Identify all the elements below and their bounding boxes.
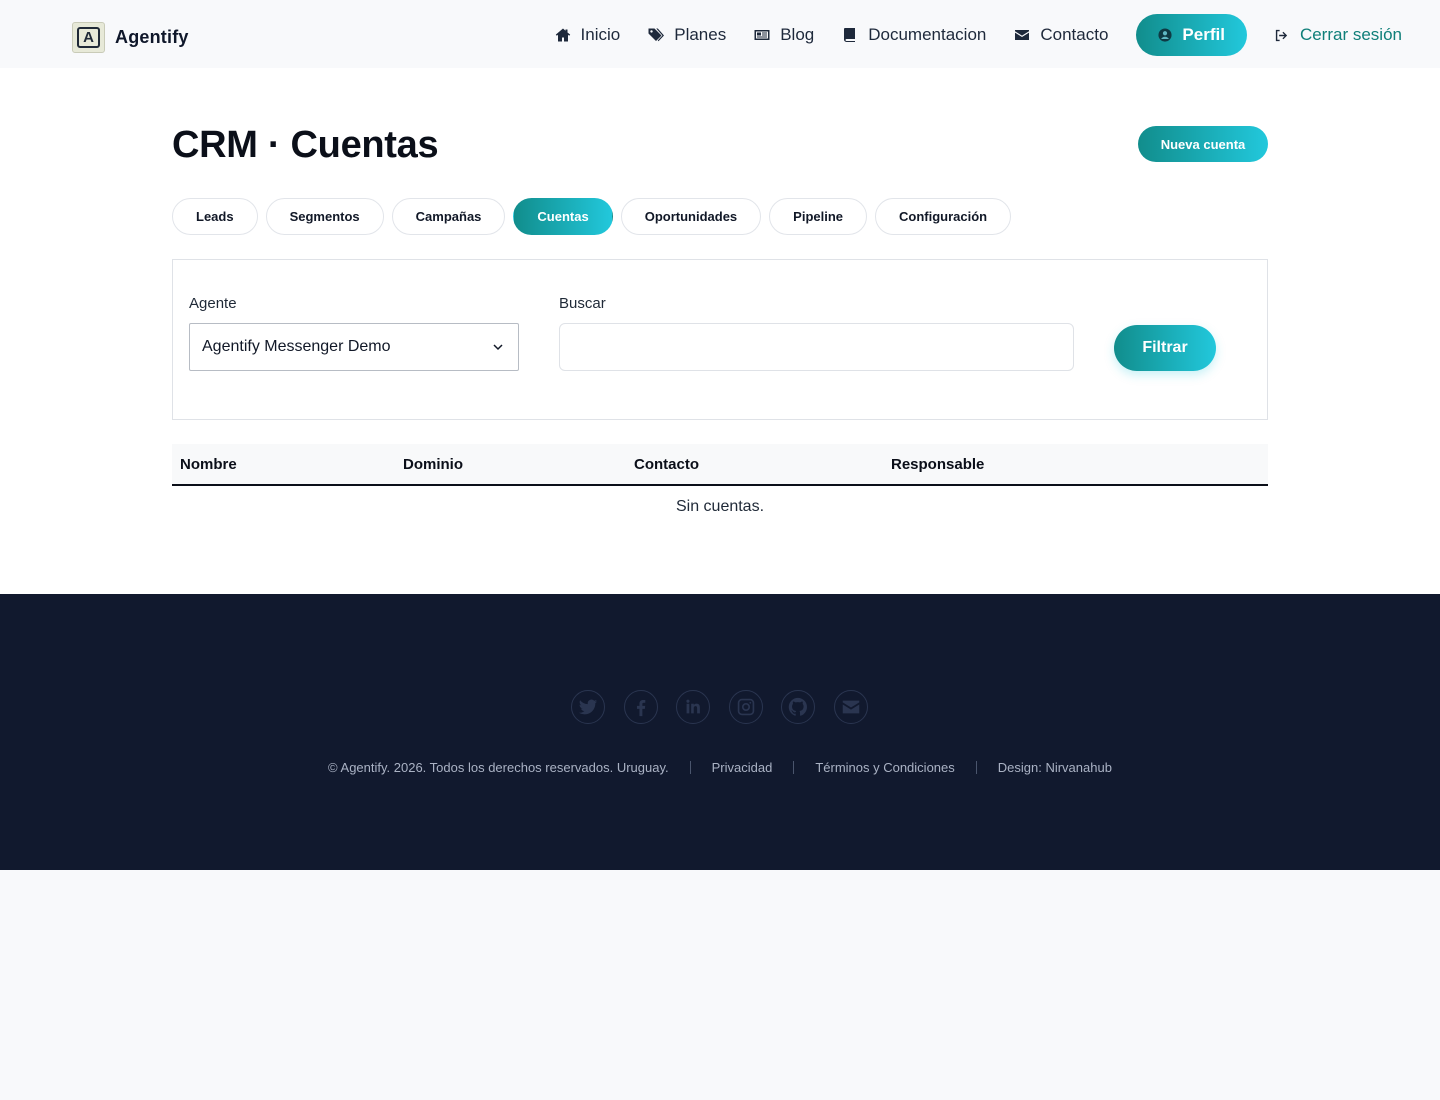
linkedin-icon [686, 699, 701, 714]
nav-item-label: Blog [780, 25, 815, 44]
brand-name: Agentify [115, 27, 189, 47]
chevron-down-icon [493, 344, 503, 351]
brand[interactable]: A Agentify [72, 22, 189, 53]
footer-divider [975, 761, 977, 774]
privacy-link[interactable]: Privacidad [712, 760, 773, 775]
footer-divider [689, 761, 691, 774]
search-label: Buscar [559, 295, 606, 312]
twitter-icon [578, 699, 598, 715]
user-circle-icon [1158, 28, 1172, 42]
site-footer: © Agentify. 2026. Todos los derechos res… [0, 594, 1440, 870]
copyright-text: © Agentify. 2026. Todos los derechos res… [328, 760, 669, 775]
instagram-icon [737, 698, 755, 716]
nav-item-inicio[interactable]: Inicio [555, 25, 621, 45]
brand-logo: A [72, 22, 105, 53]
table-header: Nombre Dominio Contacto Responsable [172, 444, 1268, 486]
nav-item-label: Inicio [580, 25, 621, 44]
logout-label: Cerrar sesión [1299, 25, 1402, 44]
newspaper-icon [754, 30, 770, 40]
tab-configuracion[interactable]: Configuración [875, 198, 1012, 235]
column-header-dominio[interactable]: Dominio [403, 456, 463, 473]
nav-item-documentacion[interactable]: Documentacion [842, 25, 986, 45]
terms-link[interactable]: Términos y Condiciones [815, 760, 954, 775]
column-header-responsable[interactable]: Responsable [891, 456, 984, 473]
agent-select[interactable]: Agentify Messenger Demo [189, 323, 519, 371]
main-nav: Inicio Planes Blog Documentacion Contact… [555, 14, 1402, 56]
new-account-button[interactable]: Nueva cuenta [1138, 126, 1268, 162]
nav-item-contacto[interactable]: Contacto [1014, 25, 1108, 45]
social-links [571, 690, 868, 724]
empty-state-message: Sin cuentas. [675, 498, 765, 515]
tab-cuentas[interactable]: Cuentas [513, 198, 613, 235]
profile-button[interactable]: Perfil [1136, 14, 1247, 56]
tab-oportunidades[interactable]: Oportunidades [620, 198, 762, 235]
search-input[interactable] [559, 323, 1074, 371]
github-link[interactable] [781, 690, 816, 724]
nav-item-planes[interactable]: Planes [648, 25, 726, 45]
tab-leads[interactable]: Leads [172, 198, 258, 235]
facebook-link[interactable] [623, 690, 658, 724]
nav-item-label: Planes [674, 25, 727, 44]
nav-item-blog[interactable]: Blog [754, 25, 814, 45]
twitter-link[interactable] [571, 690, 605, 724]
sign-out-icon [1275, 29, 1288, 41]
agent-label: Agente [189, 295, 237, 312]
page-title: CRM · Cuentas [172, 124, 439, 166]
column-header-nombre[interactable]: Nombre [180, 456, 237, 473]
design-credit-link[interactable]: Design: Nirvanahub [998, 760, 1112, 775]
github-icon [789, 697, 808, 716]
tab-campanas[interactable]: Campañas [391, 198, 506, 235]
tab-pipeline[interactable]: Pipeline [769, 198, 868, 235]
linkedin-link[interactable] [676, 690, 711, 724]
profile-label: Perfil [1182, 25, 1225, 44]
envelope-icon [1015, 30, 1030, 40]
column-header-contacto[interactable]: Contacto [634, 456, 699, 473]
main-content: CRM · Cuentas Nueva cuenta Leads Segment… [0, 68, 1440, 594]
email-link[interactable] [833, 690, 868, 724]
book-icon [844, 28, 856, 42]
footer-links: © Agentify. 2026. Todos los derechos res… [0, 760, 1440, 775]
filter-panel: Agente Agentify Messenger Demo Buscar Fi… [172, 259, 1268, 420]
facebook-icon [636, 699, 645, 717]
nav-item-label: Contacto [1040, 25, 1109, 44]
brand-logo-letter: A [77, 27, 100, 48]
accounts-table: Nombre Dominio Contacto Responsable Sin … [172, 444, 1268, 528]
home-icon [555, 28, 570, 42]
top-navbar: A Agentify Inicio Planes Blog Documentac… [0, 0, 1440, 68]
tags-icon [648, 28, 665, 42]
agent-select-value: Agentify Messenger Demo [202, 338, 391, 355]
nav-item-label: Documentacion [868, 25, 987, 44]
instagram-link[interactable] [728, 690, 763, 724]
email-icon [842, 700, 860, 714]
footer-divider [793, 761, 795, 774]
logout-link[interactable]: Cerrar sesión [1274, 25, 1402, 45]
filter-button[interactable]: Filtrar [1114, 325, 1216, 371]
crm-tabs: Leads Segmentos Campañas Cuentas Oportun… [172, 198, 1019, 235]
tab-segmentos[interactable]: Segmentos [265, 198, 384, 235]
